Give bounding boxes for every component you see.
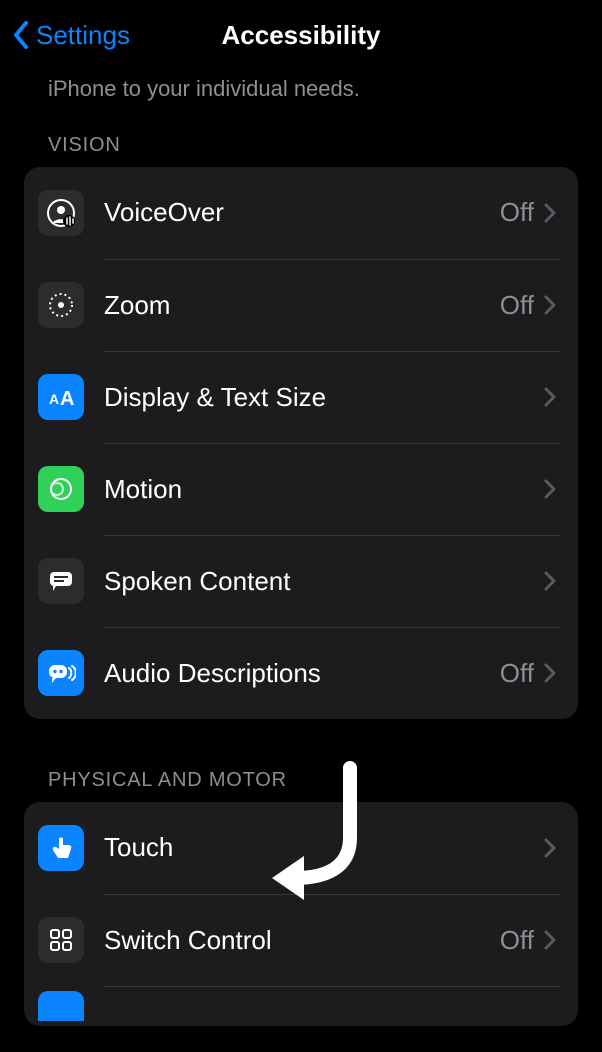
row-label: Motion	[104, 474, 534, 505]
row-audio-descriptions[interactable]: Audio Descriptions Off	[24, 627, 578, 719]
row-partial-next[interactable]	[24, 986, 578, 1026]
chevron-right-icon	[544, 387, 556, 407]
chevron-right-icon	[544, 930, 556, 950]
row-label: VoiceOver	[104, 197, 500, 228]
row-motion[interactable]: Motion	[24, 443, 578, 535]
back-button[interactable]: Settings	[12, 20, 130, 51]
chevron-right-icon	[544, 479, 556, 499]
partial-icon	[38, 991, 84, 1021]
row-label: Audio Descriptions	[104, 658, 500, 689]
svg-text:A: A	[60, 388, 74, 410]
spoken-content-icon	[38, 558, 84, 604]
text-size-icon: AA	[38, 374, 84, 420]
nav-bar: Settings Accessibility	[0, 0, 602, 70]
audio-descriptions-icon	[38, 650, 84, 696]
row-label: Switch Control	[104, 925, 500, 956]
row-display-text-size[interactable]: AA Display & Text Size	[24, 351, 578, 443]
switch-control-icon	[38, 917, 84, 963]
row-value: Off	[500, 925, 534, 956]
group-physical: Touch Switch Control Off	[24, 802, 578, 1026]
chevron-left-icon	[12, 20, 30, 50]
row-spoken-content[interactable]: Spoken Content	[24, 535, 578, 627]
zoom-icon	[38, 282, 84, 328]
svg-text:A: A	[49, 391, 59, 407]
row-value: Off	[500, 290, 534, 321]
row-label: Zoom	[104, 290, 500, 321]
chevron-right-icon	[544, 838, 556, 858]
motion-icon	[38, 466, 84, 512]
chevron-right-icon	[544, 203, 556, 223]
row-switch-control[interactable]: Switch Control Off	[24, 894, 578, 986]
voiceover-icon	[38, 190, 84, 236]
row-label: Spoken Content	[104, 566, 534, 597]
chevron-right-icon	[544, 571, 556, 591]
group-vision: VoiceOver Off Zoom Off AA Display & Text…	[24, 167, 578, 719]
row-label: Display & Text Size	[104, 382, 534, 413]
row-value: Off	[500, 197, 534, 228]
section-header-physical: PHYSICAL AND MOTOR	[0, 763, 602, 802]
chevron-right-icon	[544, 295, 556, 315]
touch-icon	[38, 825, 84, 871]
row-voiceover[interactable]: VoiceOver Off	[24, 167, 578, 259]
intro-text: iPhone to your individual needs.	[0, 70, 602, 128]
row-touch[interactable]: Touch	[24, 802, 578, 894]
row-value: Off	[500, 658, 534, 689]
row-label: Touch	[104, 832, 534, 863]
back-label: Settings	[36, 20, 130, 51]
chevron-right-icon	[544, 663, 556, 683]
row-zoom[interactable]: Zoom Off	[24, 259, 578, 351]
section-header-vision: VISION	[0, 128, 602, 167]
